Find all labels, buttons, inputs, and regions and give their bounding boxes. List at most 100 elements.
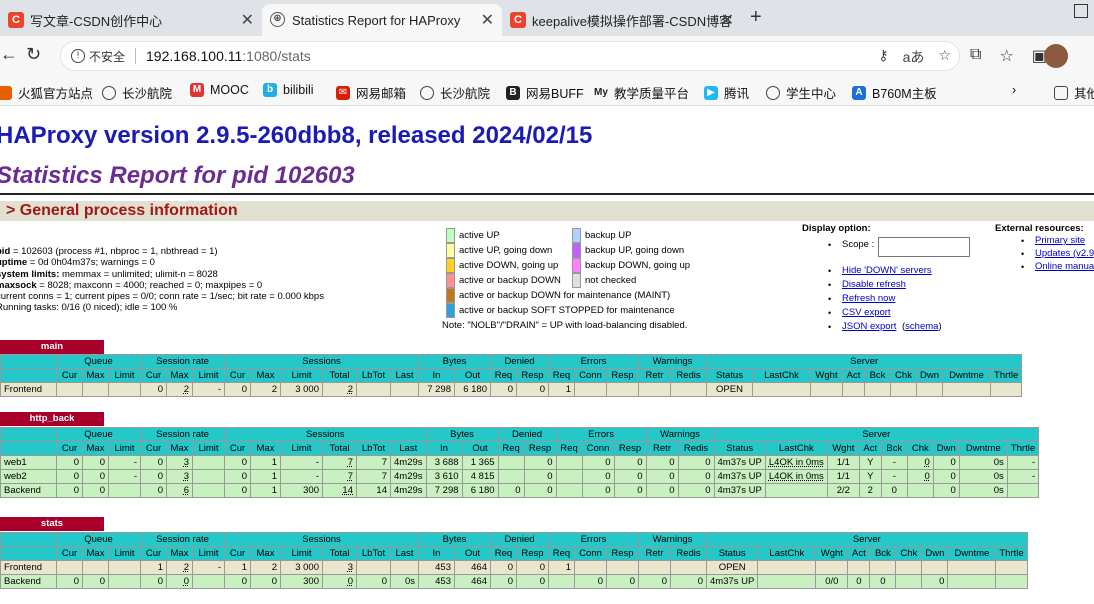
proxy-title-main[interactable]: main (0, 340, 104, 354)
column-group-header: Bytes (425, 427, 499, 442)
favorite-star-icon[interactable]: ☆ (938, 47, 951, 67)
table-cell[interactable]: 0 (322, 574, 357, 589)
json-export-link[interactable]: JSON export (842, 321, 896, 332)
table-cell[interactable]: 7 (322, 469, 357, 484)
bookmark-bilibili[interactable]: b bilibili (263, 83, 314, 97)
legend-label: backup UP (585, 230, 632, 241)
schema-link[interactable]: schema (905, 321, 938, 332)
chevron-right-icon[interactable]: › (1012, 83, 1016, 97)
table-cell[interactable]: Frontend (0, 560, 57, 575)
table-row: Frontend 0 2-0 2 3 000 2 7 298 6 180 0 0 1 OPEN (0, 382, 1023, 397)
table-cell[interactable]: 7 (322, 455, 357, 470)
column-group-header: Queue (56, 532, 141, 547)
table-cell[interactable]: 2 (322, 382, 357, 397)
refresh-now-link[interactable]: Refresh now (842, 293, 895, 304)
close-icon[interactable]: ✕ (721, 10, 734, 30)
bookmark-mooc[interactable]: M MOOC (190, 83, 249, 97)
bookmark-tencent[interactable]: ▶ 腾讯 (704, 83, 749, 102)
close-icon[interactable]: ✕ (481, 10, 494, 30)
tab-haproxy-stats[interactable]: ⊕ Statistics Report for HAProxy ✕ (262, 4, 502, 36)
address-bar[interactable]: ! 不安全 192.168.100.11:1080/stats ⚷ aあ ☆ (60, 41, 960, 71)
maximize-button[interactable] (1074, 4, 1088, 18)
table-cell[interactable]: 6 (166, 483, 193, 498)
table-cell[interactable]: Frontend (0, 382, 57, 397)
divider (135, 48, 137, 64)
bookmark-b760m[interactable]: A B760M主板 (852, 83, 937, 102)
table-cell[interactable]: 14 (322, 483, 357, 498)
updates-link[interactable]: Updates (v2.9) (1035, 248, 1094, 259)
table-row: Backend 0 0 0 6 0 1 300 14 14 4m29s 7 298 6 180 0 0 0 0 0… (0, 483, 1040, 498)
csv-export-link[interactable]: CSV export (842, 307, 891, 318)
close-icon[interactable]: ✕ (241, 10, 254, 30)
table-cell: 1 (250, 455, 281, 470)
table-cell[interactable]: Backend (0, 574, 57, 589)
extensions-icon[interactable]: ⧉ (970, 46, 981, 66)
disable-refresh-link[interactable]: Disable refresh (842, 279, 906, 290)
table-cell: 2 (250, 560, 281, 575)
legend-label: active or backup DOWN for maintenance (M… (459, 290, 671, 301)
legend-item: backup DOWN, going up (572, 258, 690, 273)
bookmark-student[interactable]: 学生中心 (766, 83, 836, 102)
table-cell[interactable]: 0 (166, 574, 193, 589)
bookmark-163mail[interactable]: ✉ 网易邮箱 (336, 83, 406, 102)
legend-swatch (572, 228, 581, 243)
table-cell: 7 298 (425, 483, 463, 498)
online-manual-link[interactable]: Online manual (1035, 261, 1094, 272)
table-cell (670, 382, 707, 397)
table-cell[interactable] (757, 574, 817, 589)
table-cell (356, 560, 391, 575)
table-cell[interactable] (757, 560, 817, 575)
table-cell[interactable]: 3 (166, 455, 193, 470)
key-icon[interactable]: ⚷ (878, 47, 888, 67)
table-cell: 0 (613, 483, 647, 498)
column-group-header: Sessions (224, 354, 419, 369)
tab-csdn-blog[interactable]: C keepalive模拟操作部署-CSDN博客 ✕ (502, 4, 742, 36)
bookmark-firefox[interactable]: 火狐官方站点 (0, 83, 93, 102)
bookmark-teaching[interactable]: My 教学质量平台 (594, 83, 689, 102)
table-cell[interactable]: L4OK in 0ms (764, 469, 828, 484)
table-cell: 0 (906, 469, 934, 484)
table-cell (548, 574, 575, 589)
table-cell[interactable]: 2 (166, 382, 193, 397)
table-cell[interactable] (752, 382, 811, 397)
bookmark-csha-2[interactable]: 长沙航院 (420, 83, 490, 102)
table-cell[interactable]: web2 (0, 469, 57, 484)
read-aloud-icon[interactable]: aあ (903, 47, 925, 67)
column-header: LbTot (356, 368, 391, 383)
table-cell: 0 (645, 455, 679, 470)
favorites-icon[interactable]: ☆ (999, 46, 1013, 66)
table-cell: 2 (858, 483, 882, 498)
table-cell: 0 (906, 455, 934, 470)
column-header: Req (490, 368, 517, 383)
hide-down-link[interactable]: Hide 'DOWN' servers (842, 265, 932, 276)
table-cell: 464 (454, 574, 491, 589)
reload-icon[interactable]: ↻ (26, 44, 41, 65)
bookmark-csha-1[interactable]: 长沙航院 (102, 83, 172, 102)
tab-csdn-write[interactable]: C 写文章-CSDN创作中心 ✕ (0, 4, 262, 36)
table-cell[interactable]: 3 (322, 560, 357, 575)
column-header: Max (250, 368, 281, 383)
table-cell[interactable]: Backend (0, 483, 57, 498)
column-header: In (418, 368, 455, 383)
table-cell[interactable]: 2 (166, 560, 193, 575)
back-arrow-icon[interactable]: ← (0, 44, 18, 65)
table-cell[interactable]: L4OK in 0ms (764, 455, 828, 470)
bookmark-other[interactable]: 其他 (1054, 83, 1094, 102)
bookmark-buff[interactable]: B 网易BUFF (506, 83, 584, 102)
table-cell (947, 560, 997, 575)
proxy-title-stats[interactable]: stats (0, 517, 104, 531)
new-tab-button[interactable]: + (750, 6, 762, 29)
table-row: Backend 0 0 0 0 0 0 300 0 0 0s 453 464 0 0 0 0 0 0 4m37s UP… (0, 574, 1028, 589)
table-cell[interactable]: 3 (166, 469, 193, 484)
avatar[interactable] (1044, 44, 1068, 68)
table-cell[interactable] (764, 483, 828, 498)
column-group-header: Server (705, 354, 1023, 369)
table-cell: 0 (56, 574, 83, 589)
table-cell: - (108, 469, 141, 484)
proxy-title-http-back[interactable]: http_back (0, 412, 104, 426)
primary-site-link[interactable]: Primary site (1035, 235, 1085, 246)
table-cell[interactable]: web1 (0, 455, 57, 470)
table-cell: 0s (958, 469, 1008, 484)
security-warning[interactable]: ! 不安全 (71, 48, 125, 65)
scope-input[interactable] (878, 237, 970, 257)
